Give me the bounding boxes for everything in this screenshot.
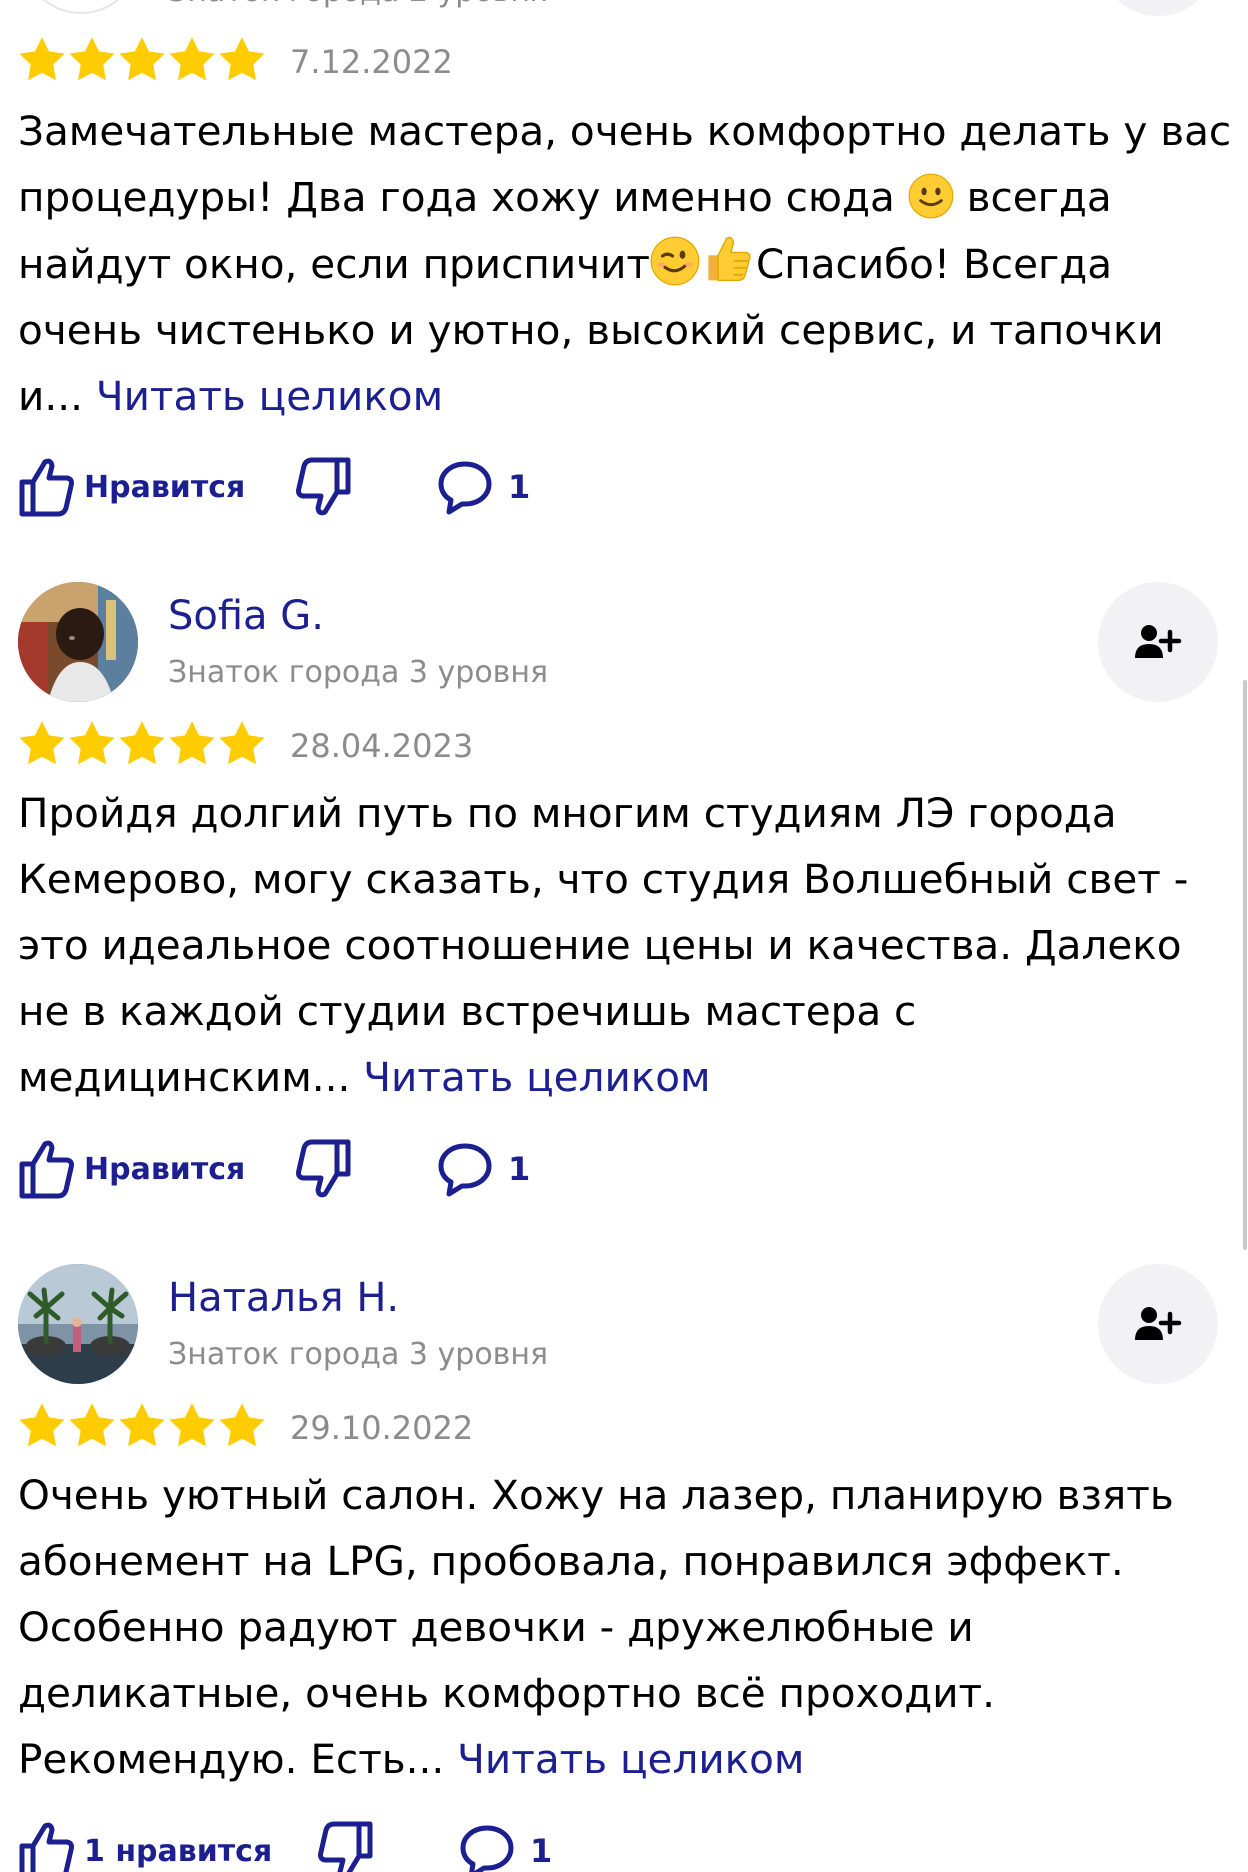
star-icon (169, 1403, 215, 1447)
star-icon (69, 1403, 115, 1447)
star-icon (69, 721, 115, 765)
review-actions: Нравится 1 (18, 1134, 718, 1204)
thumbs-up-outline-icon (19, 458, 74, 517)
review-actions: 1 нравится 1 (18, 1816, 718, 1872)
like-button[interactable]: 1 нравится (18, 1816, 272, 1872)
author-name[interactable]: Наталья Н. (168, 1278, 399, 1318)
rating-stars (18, 36, 266, 82)
author-level: Знаток города 2 уровня (168, 0, 548, 9)
comments-button[interactable]: 1 (458, 1816, 552, 1872)
avatar[interactable] (18, 1264, 138, 1384)
thumbs-up-icon (708, 236, 751, 282)
review-card: Наталья Н. Знаток города 3 уровня 29.10.… (0, 1264, 1248, 1872)
star-icon (19, 1403, 65, 1447)
star-icon (219, 721, 265, 765)
dislike-button[interactable] (316, 1816, 374, 1872)
read-more-link[interactable]: Читать целиком (457, 1735, 804, 1783)
star-icon (169, 721, 215, 765)
star-icon (219, 37, 265, 81)
thumbs-down-outline-icon (318, 1821, 373, 1872)
reviews-page: Знаток города 2 уровня 7.12.2022 Замечат… (0, 0, 1248, 1872)
star-icon (19, 721, 65, 765)
author-level: Знаток города 3 уровня (168, 655, 549, 690)
star-icon (19, 37, 65, 81)
follow-button[interactable] (1098, 0, 1218, 16)
dislike-button[interactable] (294, 452, 352, 522)
star-icon (119, 37, 165, 81)
follow-button[interactable] (1098, 1264, 1218, 1384)
winking-face-icon (650, 236, 700, 286)
add-user-icon (1135, 625, 1182, 658)
scrollbar[interactable] (1243, 680, 1247, 1250)
comments-count: 1 (508, 1150, 531, 1188)
thumbs-up-outline-icon (19, 1140, 74, 1199)
speech-bubble-icon (460, 1825, 514, 1872)
review-date: 28.04.2023 (290, 727, 474, 765)
avatar[interactable] (22, 0, 140, 14)
like-label: Нравится (84, 1151, 246, 1187)
rating-stars (18, 720, 266, 766)
speech-bubble-icon (438, 1143, 492, 1197)
like-label: 1 нравится (84, 1833, 273, 1869)
review-card: Знаток города 2 уровня 7.12.2022 Замечат… (0, 0, 1248, 540)
star-icon (69, 37, 115, 81)
thumbs-up-outline-icon (19, 1822, 74, 1872)
speech-bubble-icon (438, 461, 492, 515)
like-label: Нравится (84, 469, 246, 505)
author-level: Знаток города 3 уровня (168, 1337, 549, 1372)
slightly-smiling-face-icon (908, 173, 954, 219)
avatar-photo (18, 1264, 138, 1384)
star-icon (119, 1403, 165, 1447)
star-icon (119, 721, 165, 765)
review-text: Очень уютный салон. Хожу на лазер, плани… (18, 1462, 1238, 1792)
review-date: 29.10.2022 (290, 1409, 474, 1447)
follow-button[interactable] (1098, 582, 1218, 702)
like-button[interactable]: Нравится (18, 452, 245, 522)
review-text: Замечательные мастера, очень комфортно д… (18, 98, 1238, 429)
comments-count: 1 (530, 1832, 553, 1870)
comments-button[interactable]: 1 (436, 1134, 530, 1204)
comments-count: 1 (508, 468, 531, 506)
read-more-link[interactable]: Читать целиком (96, 372, 443, 420)
thumbs-down-outline-icon (296, 457, 351, 516)
review-text: Пройдя долгий путь по многим студиям ЛЭ … (18, 780, 1238, 1110)
avatar[interactable] (18, 582, 138, 702)
dislike-button[interactable] (294, 1134, 352, 1204)
star-icon (219, 1403, 265, 1447)
avatar-photo (18, 582, 138, 702)
rating-stars (18, 1402, 266, 1448)
add-user-icon (1135, 1307, 1182, 1340)
comments-button[interactable]: 1 (436, 452, 530, 522)
read-more-link[interactable]: Читать целиком (363, 1053, 710, 1101)
star-icon (169, 37, 215, 81)
like-button[interactable]: Нравится (18, 1134, 245, 1204)
thumbs-down-outline-icon (296, 1139, 351, 1198)
review-date: 7.12.2022 (290, 43, 453, 81)
author-name[interactable]: Sofia G. (168, 596, 324, 636)
review-card: Sofia G. Знаток города 3 уровня 28.04.20… (0, 582, 1248, 1202)
review-actions: Нравится 1 (18, 452, 718, 522)
